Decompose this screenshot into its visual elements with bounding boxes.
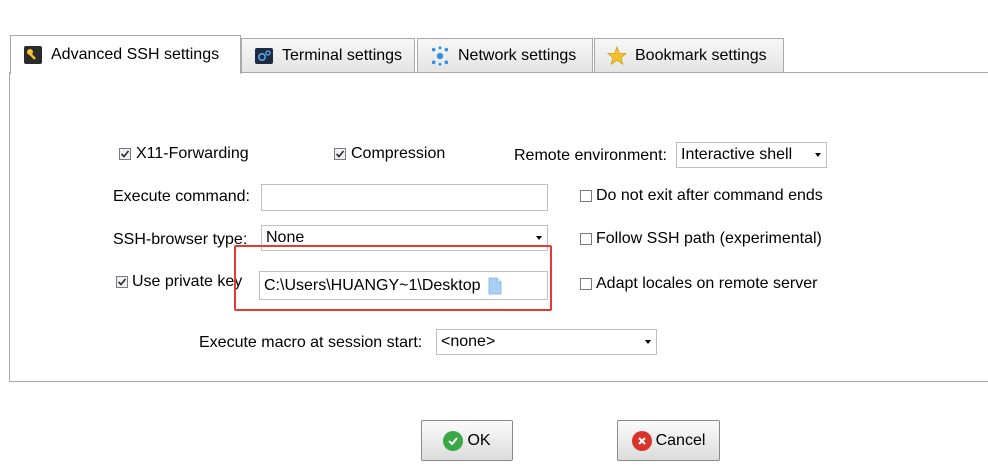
check-circle-icon: [443, 430, 464, 451]
execute-command-input[interactable]: [261, 184, 548, 211]
chevron-down-icon: [536, 236, 542, 240]
do-not-exit-label: Do not exit after command ends: [596, 187, 823, 204]
use-private-key-checkbox[interactable]: [116, 276, 128, 288]
follow-ssh-path-label: Follow SSH path (experimental): [596, 230, 822, 247]
private-key-path-value: C:\Users\HUANGY~1\Desktop: [264, 277, 481, 294]
ssh-browser-type-label: SSH-browser type:: [113, 231, 248, 248]
private-key-path-input[interactable]: C:\Users\HUANGY~1\Desktop: [259, 271, 548, 300]
cancel-button[interactable]: Cancel: [617, 420, 720, 461]
remote-environment-select[interactable]: Interactive shell: [676, 142, 827, 168]
remote-environment-value: Interactive shell: [681, 146, 793, 163]
execute-command-label: Execute command:: [113, 188, 250, 205]
execute-macro-select[interactable]: <none>: [436, 329, 657, 355]
ssh-browser-type-value: None: [266, 229, 305, 246]
follow-ssh-path-checkbox[interactable]: [580, 233, 592, 245]
close-circle-icon: [631, 430, 652, 451]
use-private-key-label: Use private key: [132, 273, 243, 290]
execute-macro-label: Execute macro at session start:: [199, 334, 423, 351]
chevron-down-icon: [645, 340, 651, 344]
file-browse-icon[interactable]: [488, 277, 502, 299]
compression-checkbox[interactable]: [334, 148, 346, 160]
execute-macro-value: <none>: [441, 333, 496, 350]
adapt-locales-label: Adapt locales on remote server: [596, 275, 818, 292]
chevron-down-icon: [815, 153, 821, 157]
cancel-button-label: Cancel: [655, 431, 706, 449]
ssh-browser-type-select[interactable]: None: [261, 225, 548, 251]
ok-button[interactable]: OK: [421, 420, 513, 461]
ok-button-label: OK: [467, 431, 491, 449]
x11-forwarding-checkbox[interactable]: [119, 148, 131, 160]
compression-label: Compression: [351, 145, 446, 162]
remote-environment-label: Remote environment:: [514, 147, 667, 164]
do-not-exit-checkbox[interactable]: [580, 190, 592, 202]
adapt-locales-checkbox[interactable]: [580, 278, 592, 290]
x11-forwarding-label: X11-Forwarding: [136, 145, 249, 162]
